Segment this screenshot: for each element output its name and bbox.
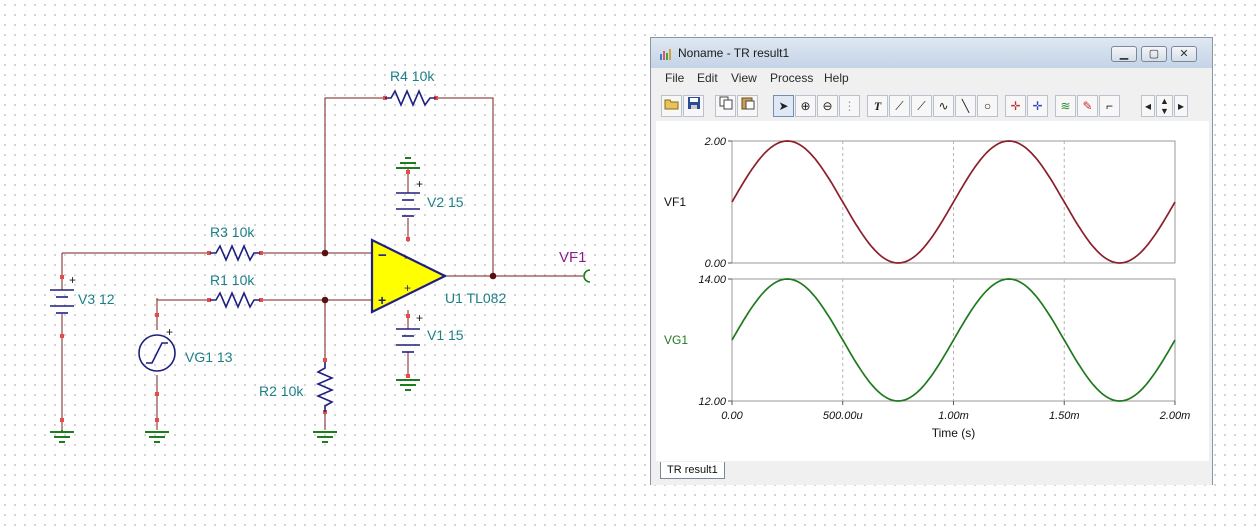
line-icon[interactable]: ╲	[955, 95, 976, 117]
resistor-r4: R4 10k	[385, 68, 436, 108]
scroll-right-icon[interactable]: ▸	[1174, 95, 1188, 117]
minimize-button[interactable]: ▁	[1111, 46, 1137, 62]
app-icon	[659, 47, 673, 61]
tab-bar: TR result1	[651, 462, 1212, 485]
close-button[interactable]: ✕	[1171, 46, 1197, 62]
maximize-button[interactable]: ▢	[1141, 46, 1167, 62]
battery-v3: + V3 12	[50, 273, 115, 314]
y-tick-label: 0.00	[705, 258, 727, 270]
copy-icon[interactable]	[715, 95, 736, 117]
series-label-vf1: VF1	[664, 195, 686, 209]
svg-text:−: −	[378, 247, 387, 264]
transient-result-window: Noname - TR result1 ▁ ▢ ✕ File Edit View…	[650, 37, 1213, 485]
menu-process[interactable]: Process	[770, 71, 813, 85]
wires	[61, 97, 583, 430]
battery-v2: + V2 15	[396, 177, 464, 217]
scroll-updown-icon[interactable]: ▲ ▼	[1156, 95, 1173, 117]
toolbar: ➤ ⊕ ⊖ ⋮ T ⟋ ⟋ ∿ ╲ ○ ✛ ✛ ≋ ✎ ⌐ ◂ ▲ ▼ ▸	[661, 95, 1201, 119]
scroll-left-icon[interactable]: ◂	[1141, 95, 1155, 117]
x-tick-label: 500.00u	[823, 410, 863, 422]
label-vg1: VG1 13	[185, 349, 233, 365]
resistor-r2: R2 10k	[259, 362, 335, 412]
y-tick-label: 2.00	[704, 136, 727, 148]
curve-icon[interactable]: ∿	[933, 95, 954, 117]
label-r4: R4 10k	[390, 68, 435, 84]
x-tick-label: 1.00m	[938, 410, 969, 422]
zoom-in-icon[interactable]: ⊕	[795, 95, 816, 117]
label-v2: V2 15	[427, 194, 464, 210]
tab-tr-result1[interactable]: TR result1	[660, 462, 725, 479]
chart-area: 2.00 0.00 VF1 14.00 12.00 VG1 0.00 500.00u 1.00m…	[656, 121, 1209, 461]
x-tick-label: 1.50m	[1049, 410, 1080, 422]
resistor-r3: R3 10k	[210, 224, 260, 263]
waveform-chart: 2.00 0.00 VF1 14.00 12.00 VG1 0.00 500.00u 1.00m…	[664, 136, 1191, 440]
text-tool-icon[interactable]: T	[867, 95, 888, 117]
svg-text:+: +	[69, 273, 76, 287]
generator-vg1: + VG1 13	[138, 325, 233, 372]
svg-text:+: +	[416, 177, 423, 191]
title-bar[interactable]: Noname - TR result1 ▁ ▢ ✕	[651, 38, 1212, 68]
label-v1: V1 15	[427, 327, 464, 343]
save-icon[interactable]	[683, 95, 704, 117]
svg-text:+: +	[166, 325, 173, 339]
svg-text:−: −	[404, 251, 411, 265]
svg-text:+: +	[416, 311, 423, 325]
label-r1: R1 10k	[210, 272, 255, 288]
y-tick-label: 14.00	[698, 274, 726, 286]
output-terminal-vf1: VF1	[559, 249, 591, 283]
svg-text:+: +	[378, 292, 386, 308]
x-tick-label: 2.00m	[1159, 410, 1191, 422]
paste-icon[interactable]	[737, 95, 758, 117]
cursor-a-icon[interactable]: ⟋	[889, 95, 910, 117]
pointer-icon[interactable]: ➤	[773, 95, 794, 117]
y-tick-label: 12.00	[698, 396, 726, 408]
cursor-b-icon[interactable]: ⟋	[911, 95, 932, 117]
svg-text:+: +	[404, 281, 411, 295]
open-folder-icon[interactable]	[661, 95, 682, 117]
label-r3: R3 10k	[210, 224, 255, 240]
x-tick-label: 0.00	[721, 410, 743, 422]
label-u1: U1 TL082	[445, 290, 506, 306]
marker-b-icon[interactable]: ✛	[1027, 95, 1048, 117]
grid-icon[interactable]: ⋮	[839, 95, 860, 117]
step-icon[interactable]: ⌐	[1099, 95, 1120, 117]
circle-icon[interactable]: ○	[977, 95, 998, 117]
window-title: Noname - TR result1	[678, 46, 790, 60]
x-axis-label: Time (s)	[932, 426, 976, 440]
probe-icon[interactable]: ✎	[1077, 95, 1098, 117]
resistor-r1: R1 10k	[210, 272, 260, 310]
series-label-vg1: VG1	[664, 333, 688, 347]
label-v3: V3 12	[78, 291, 115, 307]
menu-file[interactable]: File	[665, 71, 684, 85]
waveform-icon[interactable]: ≋	[1055, 95, 1076, 117]
menu-view[interactable]: View	[731, 71, 757, 85]
menu-edit[interactable]: Edit	[697, 71, 718, 85]
circuit-schematic: R4 10k R3 10k R1 10k R2 10k + V3 12 + VG…	[50, 68, 591, 443]
menu-bar: File Edit View Process Help	[651, 68, 1212, 90]
zoom-100-icon[interactable]: ⊖	[817, 95, 838, 117]
label-vf1: VF1	[559, 249, 587, 266]
marker-a-icon[interactable]: ✛	[1005, 95, 1026, 117]
label-r2: R2 10k	[259, 383, 304, 399]
menu-help[interactable]: Help	[824, 71, 849, 85]
